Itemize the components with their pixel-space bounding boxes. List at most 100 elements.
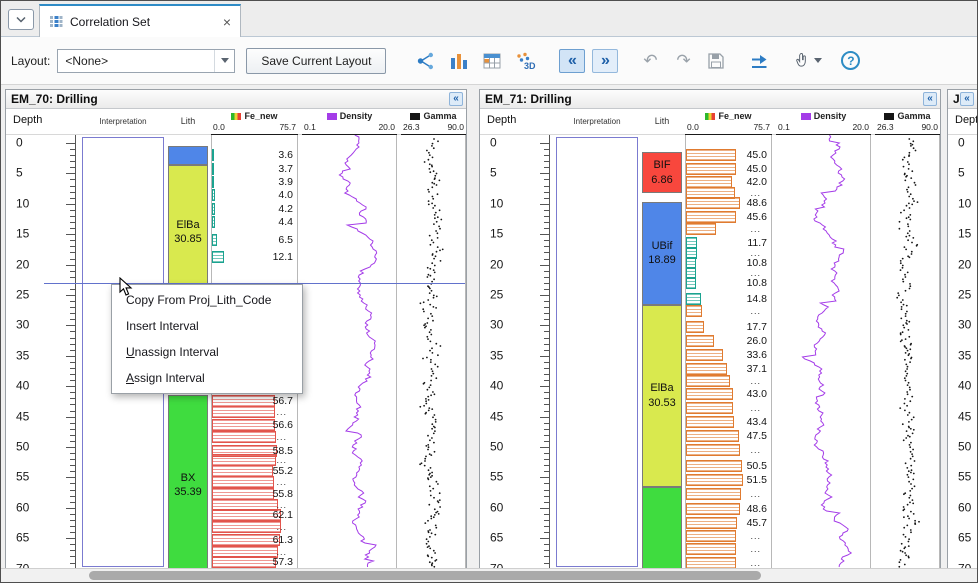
ruler-tick xyxy=(70,514,75,515)
ruler-tick xyxy=(66,234,75,235)
depth-label: 35 xyxy=(958,348,971,362)
fe-value: 56.7 xyxy=(273,395,293,407)
scroll-first-button[interactable]: « xyxy=(559,49,585,73)
ruler-tick xyxy=(540,447,549,448)
fe-track[interactable]: 45.045.042.0...48.645.6...11.7...10.8...… xyxy=(685,135,772,568)
ruler-tick xyxy=(540,173,549,174)
ruler-tick xyxy=(544,441,549,442)
pan-tool-button[interactable] xyxy=(793,51,822,70)
fe-bar xyxy=(686,321,704,333)
ruler-tick xyxy=(544,392,549,393)
curve-name: Fe_new xyxy=(244,111,277,121)
correlation-set-icon xyxy=(49,15,63,28)
horizontal-scrollbar[interactable] xyxy=(1,568,977,582)
fe-value: ... xyxy=(750,531,761,541)
3d-view-icon[interactable]: 3D xyxy=(512,49,538,73)
depth-label: 60 xyxy=(958,500,971,514)
fe-bar xyxy=(686,375,730,387)
curve-color-chip xyxy=(801,113,811,120)
column-headers: DepthInterpretationLithFe_new0.075.7Dens… xyxy=(6,109,466,135)
panel-collapse-button[interactable]: « xyxy=(449,92,463,106)
depth-label: 35 xyxy=(490,348,503,362)
ruler-tick xyxy=(544,423,549,424)
ruler-tick xyxy=(544,222,549,223)
ruler-tick xyxy=(544,368,549,369)
depth-label: 40 xyxy=(16,378,29,392)
interpretation-column-header: Interpretation xyxy=(82,117,164,126)
redo-icon[interactable]: ↷ xyxy=(670,49,696,73)
context-menu-item[interactable]: Insert Interval xyxy=(112,313,302,339)
depth-label: 70 xyxy=(490,561,503,568)
ruler-tick xyxy=(544,277,549,278)
fe-value: ... xyxy=(750,306,761,316)
depth-track: 0510152025303540455055606570 xyxy=(948,135,977,568)
lith-interval[interactable]: ElBa30.53 xyxy=(642,305,682,487)
ruler-tick xyxy=(540,508,549,509)
ruler-tick xyxy=(544,344,549,345)
scroll-last-button[interactable]: » xyxy=(592,49,618,73)
tab-close-icon[interactable]: × xyxy=(223,15,231,29)
ruler-tick xyxy=(544,374,549,375)
context-menu-item[interactable]: Copy From Proj_Lith_Code xyxy=(112,287,302,313)
ruler-tick xyxy=(70,252,75,253)
ruler-tick xyxy=(66,295,75,296)
lith-value: 35.39 xyxy=(174,485,202,499)
correlation-diagram-icon[interactable] xyxy=(413,49,439,73)
lith-track[interactable]: BIF6.86 UBif18.89ElBa30.53 xyxy=(642,135,682,568)
curve-min-value: 26.3 xyxy=(403,122,420,132)
ruler-tick xyxy=(544,240,549,241)
fe-bar xyxy=(212,176,214,188)
panel-collapse-button[interactable]: « xyxy=(923,92,937,106)
lith-interval[interactable]: BX35.39 xyxy=(168,395,208,568)
fe-bar xyxy=(686,363,727,375)
lith-interval[interactable] xyxy=(642,487,682,568)
fe-bar xyxy=(212,476,274,488)
context-menu-item[interactable]: Unassign Interval xyxy=(112,339,302,365)
column-chart-icon[interactable] xyxy=(446,49,472,73)
depth-label: 25 xyxy=(958,287,971,301)
export-next-icon[interactable] xyxy=(746,49,772,73)
interpretation-track[interactable] xyxy=(556,137,638,567)
density-track[interactable] xyxy=(302,135,397,568)
ruler-tick xyxy=(66,417,75,418)
curve-max-value: 20.0 xyxy=(378,122,395,132)
curve-range: 26.390.0 xyxy=(875,121,940,132)
ruler-tick xyxy=(70,429,75,430)
ruler-tick xyxy=(70,222,75,223)
horizontal-scrollbar-thumb[interactable] xyxy=(89,571,761,580)
undo-icon[interactable]: ↶ xyxy=(637,49,663,73)
lith-interval[interactable]: ElBa30.85 xyxy=(168,165,208,300)
ruler-tick xyxy=(70,216,75,217)
gamma-track[interactable] xyxy=(401,135,466,568)
ruler-tick xyxy=(544,198,549,199)
curve-max-value: 20.0 xyxy=(852,122,869,132)
density-track[interactable] xyxy=(776,135,871,568)
help-button[interactable]: ? xyxy=(841,51,860,70)
depth-label: 55 xyxy=(958,470,971,484)
lith-interval[interactable] xyxy=(168,146,208,165)
ruler-tick xyxy=(70,550,75,551)
ruler-tick xyxy=(66,173,75,174)
save-current-layout-button[interactable]: Save Current Layout xyxy=(246,48,386,74)
ruler-tick xyxy=(544,556,549,557)
data-grid-icon[interactable] xyxy=(479,49,505,73)
lith-interval[interactable]: UBif18.89 xyxy=(642,202,682,305)
gamma-track[interactable] xyxy=(875,135,940,568)
ruler-tick xyxy=(544,459,549,460)
ruler-tick xyxy=(66,386,75,387)
context-menu-item[interactable]: Assign Interval xyxy=(112,365,302,391)
save-icon[interactable] xyxy=(703,49,729,73)
tab-list-dropdown-button[interactable] xyxy=(8,9,34,30)
curve-legend: Density0.120.0 xyxy=(302,109,397,135)
ruler-tick xyxy=(70,350,75,351)
panel-collapse-button[interactable]: « xyxy=(960,92,974,106)
fe-value: ... xyxy=(276,522,287,532)
tab-correlation-set[interactable]: Correlation Set × xyxy=(39,4,241,37)
lith-value: 18.89 xyxy=(648,253,676,267)
curve-legend: Gamma26.390.0 xyxy=(401,109,466,135)
lith-interval[interactable]: BIF6.86 xyxy=(642,152,682,193)
fe-bar xyxy=(686,416,734,428)
ruler-tick xyxy=(544,490,549,491)
curve-name: Density xyxy=(340,111,373,121)
layout-select[interactable]: <None> xyxy=(57,49,235,73)
